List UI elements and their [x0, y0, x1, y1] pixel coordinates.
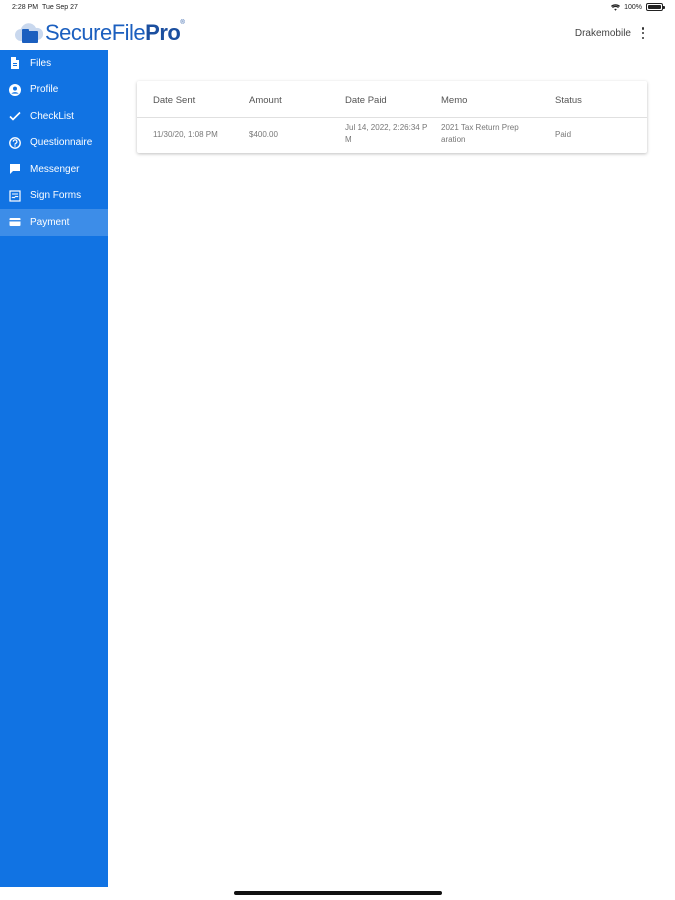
- username-label[interactable]: Drakemobile: [575, 28, 631, 39]
- status-indicators: 100%: [611, 3, 665, 11]
- cell-date-sent: 11/30/20, 1:08 PM: [153, 130, 218, 139]
- question-circle-icon: [8, 136, 21, 149]
- table-header: Date Sent Amount Date Paid Memo Status: [137, 81, 647, 118]
- securefilepro-logo[interactable]: SecureFilePro®: [14, 20, 185, 46]
- more-options-icon[interactable]: [641, 27, 645, 39]
- sidebar-item-label: Messenger: [30, 163, 80, 175]
- cell-status: Paid: [555, 130, 572, 139]
- column-header-date-sent[interactable]: Date Sent: [153, 95, 195, 106]
- cell-amount: $400.00: [249, 130, 278, 139]
- check-icon: [8, 110, 21, 123]
- credit-card-icon: [8, 216, 21, 229]
- sign-form-icon: [8, 189, 21, 202]
- cell-memo-line1: 2021 Tax Return Prep: [441, 123, 519, 132]
- table-row[interactable]: 11/30/20, 1:08 PM $400.00 Jul 14, 2022, …: [137, 118, 647, 152]
- home-indicator: [234, 891, 442, 895]
- battery-percent: 100%: [624, 3, 642, 11]
- battery-icon: [646, 3, 665, 11]
- sidebar: Files Profile CheckList Questionnaire Me…: [0, 50, 108, 887]
- cell-date-paid-line1: Jul 14, 2022, 2:26:34 P: [345, 123, 428, 132]
- status-bar: 2:28 PM Tue Sep 27 100%: [0, 0, 675, 16]
- sidebar-item-profile[interactable]: Profile: [0, 77, 108, 104]
- sidebar-item-questionnaire[interactable]: Questionnaire: [0, 130, 108, 157]
- cell-memo-line2: aration: [441, 135, 466, 144]
- sidebar-item-label: Profile: [30, 84, 59, 96]
- cell-date-paid-line2: M: [345, 135, 352, 144]
- sidebar-item-payment[interactable]: Payment: [0, 209, 108, 236]
- logo-text: SecureFilePro®: [45, 20, 185, 45]
- column-header-amount[interactable]: Amount: [249, 95, 282, 106]
- sidebar-item-messenger[interactable]: Messenger: [0, 156, 108, 183]
- app-header: SecureFilePro® Drakemobile: [0, 16, 675, 50]
- payments-table: Date Sent Amount Date Paid Memo Status 1…: [137, 81, 647, 153]
- sidebar-item-label: Files: [30, 57, 52, 69]
- sidebar-item-label: Sign Forms: [30, 190, 82, 202]
- column-header-status[interactable]: Status: [555, 95, 582, 106]
- sidebar-item-checklist[interactable]: CheckList: [0, 103, 108, 130]
- cell-memo: 2021 Tax Return Prep aration: [441, 122, 549, 146]
- chat-icon: [8, 163, 21, 176]
- sidebar-item-label: Questionnaire: [30, 137, 93, 149]
- sidebar-item-label: CheckList: [30, 110, 74, 122]
- sidebar-item-sign-forms[interactable]: Sign Forms: [0, 183, 108, 210]
- file-icon: [8, 57, 21, 70]
- column-header-date-paid[interactable]: Date Paid: [345, 95, 387, 106]
- sidebar-item-files[interactable]: Files: [0, 50, 108, 77]
- user-circle-icon: [8, 83, 21, 96]
- cell-date-paid: Jul 14, 2022, 2:26:34 P M: [345, 122, 441, 146]
- status-time: 2:28 PM Tue Sep 27: [12, 4, 78, 11]
- wifi-icon: [611, 3, 621, 11]
- column-header-memo[interactable]: Memo: [441, 95, 467, 106]
- cloud-folder-icon: [15, 23, 44, 43]
- sidebar-item-label: Payment: [30, 216, 70, 228]
